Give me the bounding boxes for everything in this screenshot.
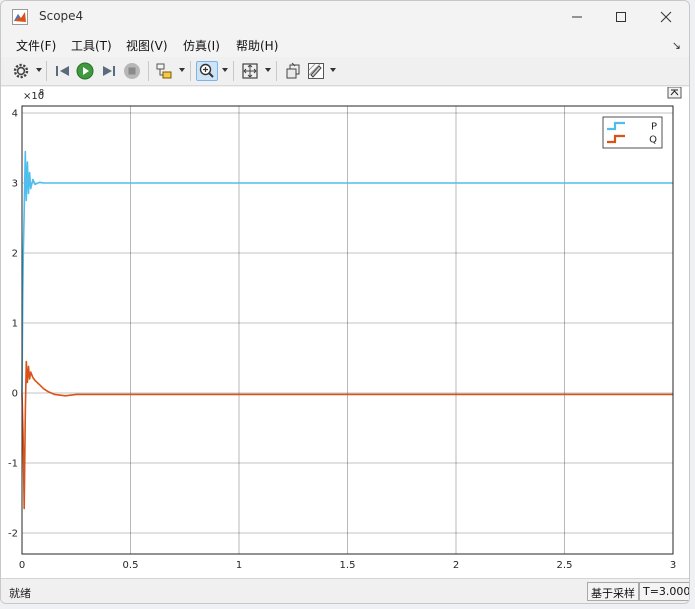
- y-tick-label: 1: [12, 319, 18, 330]
- step-back-icon: [56, 66, 69, 76]
- zoom-icon: [199, 63, 214, 78]
- signal-dropdown-icon[interactable]: [179, 68, 185, 72]
- x-tick-label: 2.5: [557, 560, 573, 571]
- y-tick-label: -2: [8, 529, 18, 540]
- sample-mode-indicator: 基于采样: [587, 582, 639, 601]
- toolbar-separator: [233, 61, 234, 81]
- fit-dropdown-icon[interactable]: [265, 68, 271, 72]
- fit-to-view-button[interactable]: [240, 61, 260, 81]
- status-bar: 就绪 基于采样 T=3.000: [1, 578, 689, 603]
- y-tick-label: 3: [12, 179, 18, 190]
- y-tick-label: 2: [12, 249, 18, 260]
- menu-simulation[interactable]: 仿真(I): [183, 37, 220, 54]
- x-tick-label: 1.5: [340, 560, 356, 571]
- toolbar-separator: [190, 61, 191, 81]
- settings-dropdown-icon[interactable]: [36, 68, 42, 72]
- menu-file[interactable]: 文件(F): [16, 37, 56, 54]
- highlight-icon: [308, 63, 324, 79]
- minimize-icon: [572, 16, 582, 18]
- toolbar-separator: [276, 61, 277, 81]
- maximize-button[interactable]: [601, 5, 641, 29]
- toolbar-separator: [46, 61, 47, 81]
- signal-icon: [156, 63, 172, 79]
- stop-icon: [124, 63, 140, 79]
- step-forward-icon: [103, 66, 115, 76]
- x-tick-label: 1: [236, 560, 242, 571]
- menu-view[interactable]: 视图(V): [126, 37, 168, 54]
- style-icon: [286, 62, 300, 79]
- zoom-button[interactable]: [196, 61, 218, 81]
- window-title: Scope4: [39, 9, 84, 23]
- title-bar[interactable]: Scope4: [1, 1, 689, 33]
- step-back-button[interactable]: [53, 61, 73, 81]
- simulation-time-indicator: T=3.000: [639, 582, 689, 601]
- stop-button[interactable]: [122, 61, 142, 81]
- undock-button[interactable]: [667, 87, 682, 99]
- zoom-dropdown-icon[interactable]: [222, 68, 228, 72]
- close-icon: [660, 11, 672, 23]
- x-tick-label: 0: [19, 560, 25, 571]
- status-ready-text: 就绪: [9, 587, 31, 600]
- toolbar: [1, 57, 689, 86]
- menu-bar: 文件(F) 工具(T) 视图(V) 仿真(I) 帮助(H) ↘: [1, 33, 689, 57]
- signal-selector-button[interactable]: [154, 61, 174, 81]
- legend-label-q: Q: [649, 135, 657, 146]
- highlight-dropdown-icon[interactable]: [330, 68, 336, 72]
- minimize-button[interactable]: [557, 5, 597, 29]
- step-forward-button[interactable]: [99, 61, 119, 81]
- close-button[interactable]: [646, 5, 686, 29]
- y-tick-label: -1: [8, 459, 18, 470]
- settings-button[interactable]: [11, 61, 31, 81]
- toolbar-separator: [148, 61, 149, 81]
- style-button[interactable]: [283, 61, 303, 81]
- legend-label-p: P: [651, 122, 657, 133]
- maximize-icon: [616, 12, 626, 22]
- legend[interactable]: PQ: [602, 116, 663, 149]
- menu-tools[interactable]: 工具(T): [71, 37, 112, 54]
- menu-dock-icon[interactable]: ↘: [672, 39, 681, 52]
- gear-icon: [13, 63, 29, 79]
- menu-help[interactable]: 帮助(H): [236, 37, 278, 54]
- y-tick-label: 0: [12, 389, 18, 400]
- highlight-button[interactable]: [306, 61, 326, 81]
- plot-panel: 0 0.5 1 1.5 2 2.5 3 -2 -1 0 1 2 3 4 ×10 8 PQ: [1, 87, 689, 578]
- x-axis-ticks: 0 0.5 1 1.5 2 2.5 3: [19, 560, 676, 571]
- scope-window: Scope4 文件(F) 工具(T) 视图(V) 仿真(I) 帮助(H) ↘ 0…: [0, 0, 690, 604]
- matlab-app-icon: [12, 9, 28, 25]
- x-tick-label: 0.5: [123, 560, 139, 571]
- x-tick-label: 3: [670, 560, 676, 571]
- y-exponent-power: 8: [39, 88, 44, 97]
- scope-plot[interactable]: 0 0.5 1 1.5 2 2.5 3 -2-101234 ×10 8 PQ: [1, 87, 689, 578]
- run-button[interactable]: [75, 61, 95, 81]
- y-axis-ticks: -2 -1 0 1 2 3 4: [8, 109, 18, 540]
- x-tick-label: 2: [453, 560, 459, 571]
- y-tick-label: 4: [12, 109, 18, 120]
- fit-icon: [242, 63, 258, 79]
- run-icon: [76, 62, 94, 80]
